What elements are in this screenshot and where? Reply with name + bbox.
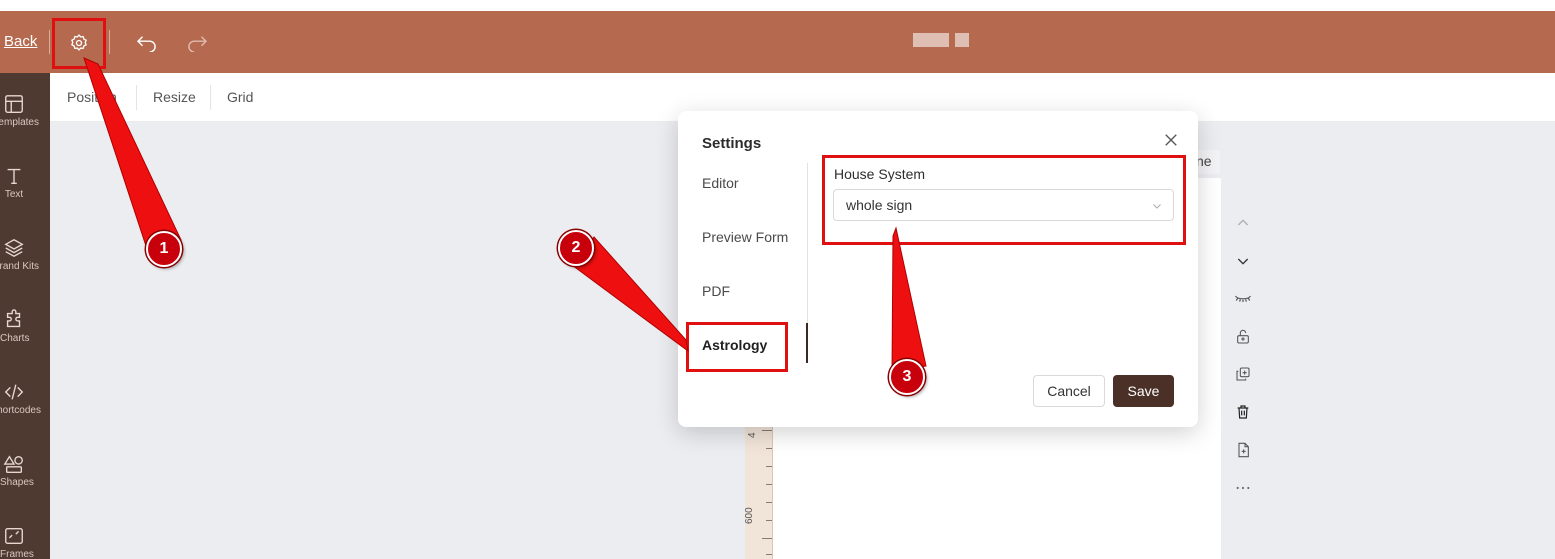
- header-divider: [109, 30, 110, 54]
- redo-button[interactable]: [184, 30, 210, 56]
- layers-icon: [4, 238, 24, 258]
- sidebar-item-label: Charts: [0, 333, 30, 344]
- duplicate-button[interactable]: [1230, 361, 1256, 387]
- settings-nav-preview-form[interactable]: Preview Form: [702, 229, 788, 245]
- layout-icon: [5, 95, 23, 113]
- top-band: [0, 0, 1555, 11]
- sidebar-item-frames[interactable]: Frames: [0, 519, 50, 559]
- header-divider: [49, 30, 50, 54]
- gear-icon: [71, 34, 87, 51]
- ruler-tick: [766, 484, 772, 485]
- undo-icon: [136, 36, 156, 52]
- more-options-button[interactable]: [1230, 475, 1256, 501]
- redo-icon: [188, 36, 208, 52]
- app-root: Back Templates: [0, 0, 1555, 559]
- toolbar-divider: [210, 85, 211, 110]
- sidebar-item-label: Frames: [0, 549, 34, 559]
- unlock-icon: [1237, 329, 1249, 344]
- house-system-value: whole sign: [846, 197, 913, 213]
- chevron-down-icon: [1151, 199, 1163, 217]
- close-icon: [1165, 134, 1177, 146]
- grid-tab[interactable]: Grid: [227, 89, 253, 105]
- toolbar-divider: [136, 85, 137, 110]
- copy-icon: [1236, 367, 1250, 381]
- ruler-tick: [766, 502, 772, 503]
- move-down-button[interactable]: [1230, 248, 1256, 274]
- ruler-tick: [766, 466, 772, 467]
- puzzle-icon: [6, 309, 21, 328]
- sidebar-item-shapes[interactable]: Shapes: [0, 447, 50, 503]
- frame-icon: [5, 527, 23, 545]
- settings-dialog: Settings Editor Preview Form PDF Astrolo…: [678, 111, 1198, 427]
- sidebar-item-templates[interactable]: Templates: [0, 87, 50, 143]
- settings-nav-pdf[interactable]: PDF: [702, 283, 730, 299]
- editor-header: Back: [0, 11, 1555, 73]
- settings-button[interactable]: [66, 30, 92, 56]
- ruler-tick: [762, 538, 772, 539]
- cancel-button[interactable]: Cancel: [1033, 375, 1105, 407]
- lock-button[interactable]: [1230, 324, 1256, 350]
- dialog-title: Settings: [702, 135, 762, 152]
- ruler-tick: [766, 520, 772, 521]
- text-icon: [7, 168, 21, 185]
- left-sidebar: Templates Text Brand Kits Charts Shortco…: [0, 73, 50, 559]
- ruler-label: 4: [747, 432, 758, 438]
- file-plus-icon: [1238, 442, 1249, 458]
- move-up-button[interactable]: [1230, 210, 1256, 236]
- save-button[interactable]: Save: [1113, 375, 1174, 407]
- trash-icon: [1237, 405, 1249, 419]
- position-tab[interactable]: Position: [67, 89, 117, 105]
- visibility-button[interactable]: [1230, 286, 1256, 312]
- undo-button[interactable]: [134, 30, 160, 56]
- add-page-button[interactable]: [1230, 437, 1256, 463]
- ruler-tick: [766, 554, 772, 555]
- more-icon: [1236, 486, 1250, 490]
- sidebar-item-shortcodes[interactable]: Shortcodes: [0, 375, 50, 431]
- house-system-label: House System: [834, 166, 926, 182]
- delete-button[interactable]: [1230, 399, 1256, 425]
- code-icon: [4, 384, 24, 400]
- chevron-down-icon: [1237, 258, 1249, 265]
- eye-closed-icon: [1234, 295, 1252, 302]
- sidebar-item-charts[interactable]: Charts: [0, 303, 50, 359]
- chevron-up-icon: [1237, 219, 1249, 226]
- sidebar-item-label: Text: [4, 189, 24, 200]
- sidebar-item-label: Shapes: [0, 477, 34, 488]
- house-system-select[interactable]: whole sign: [833, 189, 1174, 221]
- sidebar-item-label: Brand Kits: [0, 261, 39, 272]
- back-link[interactable]: Back: [4, 33, 37, 50]
- document-title-redacted: [913, 33, 969, 47]
- settings-nav-astrology[interactable]: Astrology: [702, 337, 767, 353]
- ruler-label: 600: [744, 507, 755, 524]
- sidebar-item-text[interactable]: Text: [0, 159, 50, 215]
- settings-nav-editor[interactable]: Editor: [702, 175, 739, 191]
- ruler-tick: [762, 430, 772, 431]
- ruler-tick: [766, 448, 772, 449]
- sidebar-item-brand-kits[interactable]: Brand Kits: [0, 231, 50, 287]
- active-tab-indicator: [806, 323, 808, 363]
- sidebar-item-label: Templates: [0, 117, 39, 128]
- resize-tab[interactable]: Resize: [153, 89, 196, 105]
- sidebar-item-label: Shortcodes: [0, 405, 41, 416]
- close-button[interactable]: [1162, 131, 1182, 151]
- shapes-icon: [3, 455, 23, 473]
